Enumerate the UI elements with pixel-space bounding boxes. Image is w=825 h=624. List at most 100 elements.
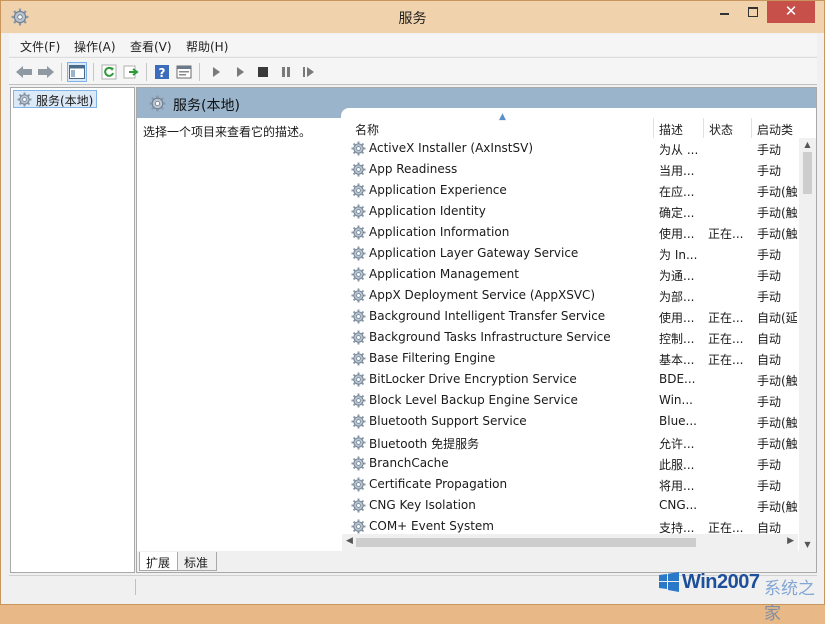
table-row[interactable]: Base Filtering Engine 基本... 正在... 自动	[341, 348, 799, 369]
start-service-icon[interactable]	[206, 62, 226, 82]
service-startup-type: 手动	[757, 395, 782, 409]
service-description: 为 In...	[659, 248, 698, 262]
service-name: Block Level Backup Engine Service	[369, 393, 578, 407]
service-startup-type: 手动(触	[757, 416, 798, 430]
help-icon[interactable]: ?	[152, 62, 172, 82]
table-row[interactable]: Block Level Backup Engine Service Win... 手…	[341, 390, 799, 411]
service-gear-icon	[351, 456, 366, 471]
service-startup-type: 手动	[757, 248, 782, 262]
svg-text:?: ?	[159, 66, 166, 80]
export-list-icon[interactable]	[121, 62, 141, 82]
vertical-scrollbar[interactable]: ▲ ▼	[799, 138, 816, 551]
table-row[interactable]: Application Layer Gateway Service 为 In...…	[341, 243, 799, 264]
table-row[interactable]: Application Management 为通... 手动	[341, 264, 799, 285]
service-name: Bluetooth Support Service	[369, 414, 527, 428]
scroll-right-icon[interactable]: ▶	[787, 536, 794, 546]
table-row[interactable]: Background Intelligent Transfer Service 使…	[341, 306, 799, 327]
service-name: BranchCache	[369, 456, 449, 470]
service-description: 为部...	[659, 290, 695, 304]
vertical-scroll-thumb[interactable]	[803, 152, 812, 194]
tab-standard[interactable]: 标准	[177, 552, 218, 571]
close-icon: ✕	[784, 2, 798, 20]
table-row[interactable]: Background Tasks Infrastructure Service 控…	[341, 327, 799, 348]
service-gear-icon	[351, 498, 366, 513]
column-divider[interactable]	[751, 118, 752, 138]
table-row[interactable]: ActiveX Installer (AxInstSV) 为从 ... 手动	[341, 138, 799, 159]
scroll-down-icon[interactable]: ▼	[799, 540, 816, 549]
service-gear-icon	[351, 204, 366, 219]
table-row[interactable]: App Readiness 当用... 手动	[341, 159, 799, 180]
show-hide-console-tree-icon[interactable]	[67, 62, 87, 82]
toolbar: ?	[9, 57, 817, 85]
column-header-name[interactable]: 名称	[355, 121, 379, 138]
service-description: 确定...	[659, 206, 695, 220]
table-row[interactable]: AppX Deployment Service (AppXSVC) 为部... 手动	[341, 285, 799, 306]
table-row[interactable]: BranchCache 此服... 手动	[341, 453, 799, 474]
services-list: ▲ 名称 描述 状态 启动类 ActiveX Installer (AxInst…	[341, 108, 816, 551]
pause-service-icon[interactable]	[276, 62, 296, 82]
menu-file[interactable]: 文件(F)	[20, 38, 60, 55]
close-button[interactable]: ✕	[767, 1, 815, 23]
scroll-up-icon[interactable]: ▲	[799, 140, 816, 149]
title-bar[interactable]: 服务 ✕	[1, 1, 824, 33]
service-description: CNG...	[659, 498, 698, 512]
details-pane: 服务(本地) 选择一个项目来查看它的描述。 ▲ 名称 描述 状态 启动类 Act…	[136, 87, 817, 573]
table-row[interactable]: Certificate Propagation 将用... 手动	[341, 474, 799, 495]
stop-service-icon[interactable]	[253, 62, 273, 82]
service-gear-icon	[351, 372, 366, 387]
service-status: 正在...	[708, 353, 744, 367]
menu-help[interactable]: 帮助(H)	[186, 38, 228, 55]
service-description: Win...	[659, 393, 693, 407]
services-rows: ActiveX Installer (AxInstSV) 为从 ... 手动 App …	[341, 138, 799, 538]
service-description: 使用...	[659, 227, 695, 241]
service-gear-icon	[351, 330, 366, 345]
start-service-alt-icon[interactable]	[230, 62, 250, 82]
services-window: 服务 ✕ 文件(F) 操作(A) 查看(V) 帮助(H) ? 服务(本地) 服务…	[0, 0, 825, 624]
column-divider[interactable]	[703, 118, 704, 138]
column-header-status[interactable]: 状态	[709, 121, 733, 138]
scroll-left-icon[interactable]: ◀	[346, 536, 353, 546]
service-startup-type: 手动(触	[757, 227, 798, 241]
table-row[interactable]: Application Information 使用... 正在... 手动(触	[341, 222, 799, 243]
service-status: 正在...	[708, 311, 744, 325]
service-description: 允许...	[659, 437, 695, 451]
service-name: ActiveX Installer (AxInstSV)	[369, 141, 534, 155]
table-row[interactable]: Application Experience 在应... 手动(触	[341, 180, 799, 201]
service-startup-type: 自动	[757, 332, 782, 346]
table-row[interactable]: Application Identity 确定... 手动(触	[341, 201, 799, 222]
properties-icon[interactable]	[174, 62, 194, 82]
menu-view[interactable]: 查看(V)	[130, 38, 172, 55]
service-description: 使用...	[659, 311, 695, 325]
minimize-button[interactable]	[711, 1, 739, 23]
restart-service-icon[interactable]	[299, 62, 319, 82]
column-divider[interactable]	[653, 118, 654, 138]
menu-action[interactable]: 操作(A)	[74, 38, 116, 55]
service-description: Blue...	[659, 414, 697, 428]
service-description: 此服...	[659, 458, 695, 472]
table-row[interactable]: Bluetooth 免提服务 允许... 手动(触	[341, 432, 799, 453]
table-row[interactable]: BitLocker Drive Encryption Service BDE...…	[341, 369, 799, 390]
toolbar-separator	[146, 63, 147, 81]
column-header-description[interactable]: 描述	[659, 121, 683, 138]
maximize-button[interactable]	[739, 1, 767, 23]
service-description: 控制...	[659, 332, 695, 346]
service-gear-icon	[351, 183, 366, 198]
service-name: Application Experience	[369, 183, 507, 197]
service-startup-type: 手动	[757, 269, 782, 283]
table-row[interactable]: CNG Key Isolation CNG... 手动(触	[341, 495, 799, 516]
forward-icon[interactable]	[36, 62, 56, 82]
service-gear-icon	[351, 162, 366, 177]
back-icon[interactable]	[14, 62, 34, 82]
horizontal-scrollbar[interactable]: ◀ ▶	[342, 534, 798, 551]
tree-item-services-local[interactable]: 服务(本地)	[13, 90, 98, 108]
service-startup-type: 手动(触	[757, 374, 798, 388]
table-row[interactable]: Bluetooth Support Service Blue... 手动(触	[341, 411, 799, 432]
status-divider	[135, 579, 136, 595]
column-header-startup-type[interactable]: 启动类	[757, 121, 793, 138]
horizontal-scroll-thumb[interactable]	[356, 538, 696, 547]
toolbar-separator	[199, 63, 200, 81]
toolbar-separator	[93, 63, 94, 81]
tab-extended[interactable]: 扩展	[139, 552, 180, 571]
service-description: 基本...	[659, 353, 695, 367]
refresh-icon[interactable]	[99, 62, 119, 82]
